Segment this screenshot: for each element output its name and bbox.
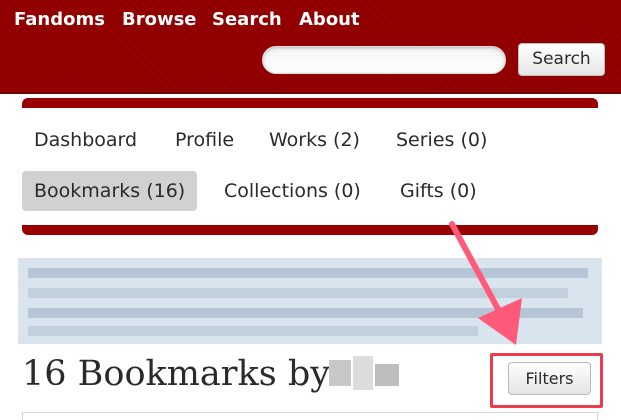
filters-button[interactable]: Filters xyxy=(508,362,591,395)
nav-browse[interactable]: Browse xyxy=(122,8,197,32)
dashboard-panel-bottom-border xyxy=(22,225,598,235)
profile-link[interactable]: Profile xyxy=(175,128,234,152)
gifts-link[interactable]: Gifts (0) xyxy=(400,179,477,203)
nav-about[interactable]: About xyxy=(299,8,360,32)
redacted-profile-area xyxy=(18,258,602,344)
dashboard-link[interactable]: Dashboard xyxy=(34,128,137,152)
content-divider xyxy=(22,412,598,420)
series-link[interactable]: Series (0) xyxy=(396,128,487,152)
nav-fandoms[interactable]: Fandoms xyxy=(14,8,105,32)
collections-link[interactable]: Collections (0) xyxy=(224,179,361,203)
search-button[interactable]: Search xyxy=(518,43,605,76)
page-title: 16 Bookmarks by xyxy=(22,354,330,394)
redacted-username xyxy=(329,356,401,390)
search-input[interactable] xyxy=(262,46,506,74)
bookmarks-link-current[interactable]: Bookmarks (16) xyxy=(22,171,198,211)
works-link[interactable]: Works (2) xyxy=(269,128,360,152)
nav-search[interactable]: Search xyxy=(212,8,282,32)
dashboard-panel-top-border xyxy=(22,98,598,108)
site-header: Fandoms Browse Search About Search xyxy=(0,0,621,94)
